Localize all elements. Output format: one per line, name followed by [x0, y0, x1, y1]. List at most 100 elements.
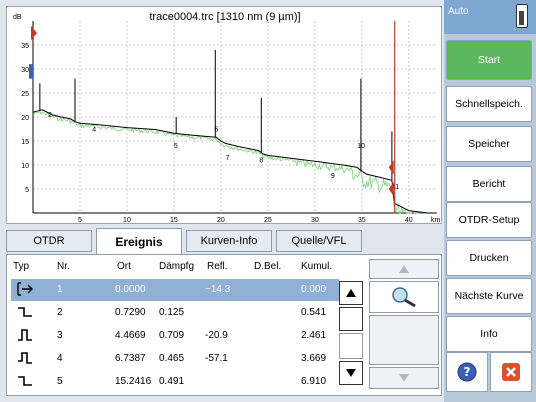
- start-button[interactable]: Start: [446, 40, 532, 80]
- svg-text:?: ?: [464, 365, 471, 379]
- x-tick-label: 15: [170, 217, 178, 223]
- event-number-label: 9: [331, 173, 335, 180]
- x-tick-label: 30: [311, 217, 319, 223]
- next-trace-button[interactable]: Nächste Kurve: [446, 278, 532, 314]
- y-tick-label: 30: [21, 67, 29, 74]
- header-refl: Refl.: [207, 261, 228, 272]
- splice-loss-icon: [17, 374, 33, 391]
- x-unit-label: km: [431, 217, 441, 223]
- header-dbel: D.Bel.: [254, 261, 282, 272]
- event-number-label: 6: [214, 126, 218, 133]
- app-window: trace0004.trc [1310 nm (9 µm)] 35 30 25 20 1…: [0, 0, 536, 402]
- table-row[interactable]: 4 6.7387 0.465 -57.1 3.669: [11, 348, 339, 370]
- table-row[interactable]: 5 15.2416 0.491 6.910: [11, 371, 339, 393]
- marker-a-arrow: [31, 25, 37, 41]
- chart-canvas[interactable]: 35 30 25 20 15 10 5 5 10 15 20 25 30 35 40 dB km 2 4 5 6 7 8 9 1…: [7, 7, 441, 223]
- y-tick-label: 35: [21, 43, 29, 50]
- event-table: Typ Nr. Ort Dämpfg Refl. D.Bel. Kumul. 1…: [6, 254, 442, 396]
- sidebar: Auto Start Schnellspeich. Speicher Beric…: [444, 0, 536, 402]
- report-button[interactable]: Bericht: [446, 166, 532, 202]
- cell-refl: -57.1: [205, 353, 228, 364]
- cell-kumul: 6.910: [301, 376, 327, 387]
- y-tick-label: 20: [21, 115, 29, 122]
- trace-nav-panel: [369, 259, 439, 391]
- scroll-track[interactable]: [339, 333, 363, 359]
- x-tick-label: 5: [78, 217, 82, 223]
- cell-nr: 2: [57, 307, 63, 318]
- header-daempfg: Dämpfg: [159, 261, 195, 272]
- otdr-trace-chart[interactable]: trace0004.trc [1310 nm (9 µm)] 35 30 25 20 1…: [6, 6, 442, 224]
- y-unit-label: dB: [13, 14, 22, 21]
- tab-quelle-vfl[interactable]: Quelle/VFL: [276, 230, 362, 252]
- event-number-label: 7: [226, 155, 230, 162]
- cell-daempfg: 0.491: [159, 376, 185, 387]
- header-kumul: Kumul.: [301, 261, 333, 272]
- cell-ort: 4.4669: [115, 330, 146, 341]
- info-button[interactable]: Info: [446, 316, 532, 352]
- cell-nr: 4: [57, 353, 63, 364]
- nav-down-button[interactable]: [369, 367, 439, 389]
- event-number-label: 10: [357, 143, 365, 150]
- zoom-button[interactable]: [369, 281, 439, 313]
- event-number-label: 2: [48, 112, 52, 119]
- cell-kumul: 0.000: [301, 284, 327, 295]
- header-typ: Typ: [13, 261, 30, 272]
- mode-label: Auto: [448, 6, 469, 17]
- close-icon: [502, 363, 520, 381]
- cell-refl: -20.9: [205, 330, 228, 341]
- cell-kumul: 0.541: [301, 307, 327, 318]
- cell-nr: 5: [57, 376, 63, 387]
- table-row[interactable]: 3 4.4669 0.709 -20.9 2.461: [11, 325, 339, 347]
- reflective-event-icon: [17, 328, 33, 345]
- cell-kumul: 3.669: [301, 353, 327, 364]
- y-tick-label: 5: [25, 187, 29, 194]
- cell-ort: 6.7387: [115, 353, 146, 364]
- reflective-loss-event-icon: [17, 351, 33, 368]
- header-ort: Ort: [117, 261, 131, 272]
- scroll-down-button[interactable]: [339, 361, 363, 385]
- table-header: Typ Nr. Ort Dämpfg Refl. D.Bel. Kumul.: [7, 261, 337, 275]
- magnifier-icon: [392, 287, 416, 308]
- table-row[interactable]: 1 0.0000 −14.3 0.000: [11, 279, 339, 301]
- print-button[interactable]: Drucken: [446, 240, 532, 276]
- nav-track[interactable]: [369, 315, 439, 365]
- help-icon: ?: [457, 362, 477, 382]
- event-number-label: 5: [174, 143, 178, 150]
- cell-ort: 15.2416: [115, 376, 152, 387]
- launch-icon: [15, 281, 35, 300]
- cell-ort: 0.7290: [115, 307, 146, 318]
- x-tick-label: 35: [358, 217, 366, 223]
- nav-up-button[interactable]: [369, 259, 439, 279]
- battery-icon: [516, 4, 528, 28]
- event-number-label: 8: [259, 158, 263, 165]
- tab-ereignis[interactable]: Ereignis: [96, 228, 182, 254]
- close-button[interactable]: [490, 352, 532, 392]
- cell-refl: −14.3: [205, 284, 231, 295]
- scroll-up-button[interactable]: [339, 281, 363, 305]
- tab-kurven-info[interactable]: Kurven-Info: [186, 230, 272, 252]
- cell-daempfg: 0.125: [159, 307, 185, 318]
- y-tick-label: 15: [21, 139, 29, 146]
- x-tick-label: 10: [123, 217, 131, 223]
- x-tick-label: 25: [264, 217, 272, 223]
- quick-save-button[interactable]: Schnellspeich.: [446, 86, 532, 122]
- scroll-thumb[interactable]: [339, 307, 363, 331]
- table-row[interactable]: 2 0.7290 0.125 0.541: [11, 302, 339, 324]
- help-button[interactable]: ?: [446, 352, 488, 392]
- status-header: Auto: [444, 0, 536, 34]
- cursor-arrow-upper: [388, 160, 394, 175]
- y-tick-label: 10: [21, 163, 29, 170]
- splice-loss-icon: [17, 305, 33, 322]
- x-tick-label: 20: [217, 217, 225, 223]
- memory-button[interactable]: Speicher: [446, 126, 532, 162]
- level-marker: [29, 64, 33, 79]
- y-tick-label: 25: [21, 91, 29, 98]
- tab-otdr[interactable]: OTDR: [6, 230, 92, 252]
- header-nr: Nr.: [57, 261, 70, 272]
- event-number-label: 4: [92, 126, 96, 133]
- cell-daempfg: 0.465: [159, 353, 185, 364]
- otdr-setup-button[interactable]: OTDR-Setup: [446, 202, 532, 238]
- cell-nr: 1: [57, 284, 63, 295]
- cell-kumul: 2.461: [301, 330, 327, 341]
- cell-daempfg: 0.709: [159, 330, 185, 341]
